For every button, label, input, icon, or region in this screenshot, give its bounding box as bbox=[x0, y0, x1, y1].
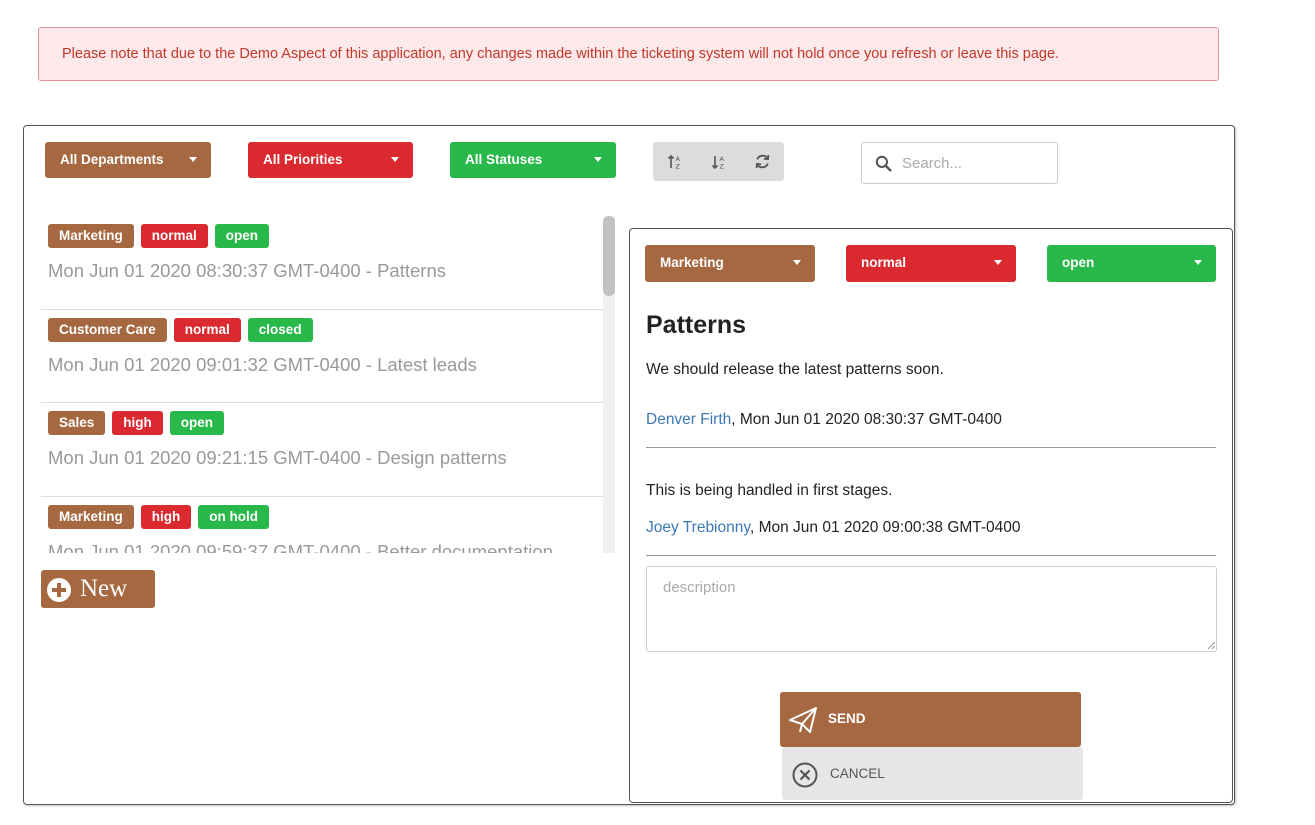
new-ticket-label: New bbox=[80, 575, 128, 602]
department-badge: Sales bbox=[48, 411, 106, 435]
author-link[interactable]: Denver Firth bbox=[646, 411, 731, 428]
send-button[interactable]: SEND bbox=[780, 692, 1081, 747]
chevron-down-icon bbox=[793, 260, 801, 265]
ticket-summary: Mon Jun 01 2020 09:01:32 GMT-0400 - Late… bbox=[48, 353, 477, 375]
svg-text:Z: Z bbox=[675, 162, 680, 170]
demo-notice-text: Please note that due to the Demo Aspect … bbox=[62, 46, 1060, 62]
comment-meta: Joey Trebionny, Mon Jun 01 2020 09:00:38… bbox=[646, 519, 1021, 537]
ticket-list-scrollbar[interactable] bbox=[603, 216, 615, 553]
divider bbox=[646, 555, 1216, 556]
demo-notice-banner: Please note that due to the Demo Aspect … bbox=[38, 27, 1219, 81]
detail-priority-label: normal bbox=[861, 255, 907, 270]
chevron-down-icon bbox=[189, 157, 197, 162]
status-badge: on hold bbox=[198, 504, 269, 529]
priority-badge: high bbox=[140, 504, 192, 529]
author-link[interactable]: Joey Trebionny bbox=[646, 519, 750, 536]
department-badge: Customer Care bbox=[48, 317, 167, 342]
plus-circle-icon bbox=[47, 578, 71, 602]
priority-filter-label: All Priorities bbox=[263, 152, 343, 167]
svg-text:Z: Z bbox=[719, 162, 724, 170]
sort-descending-button[interactable]: A Z bbox=[697, 142, 741, 181]
detail-status-dropdown[interactable]: open bbox=[1047, 245, 1216, 282]
detail-department-label: Marketing bbox=[660, 255, 724, 270]
detail-department-dropdown[interactable]: Marketing bbox=[645, 245, 815, 282]
close-circle-icon bbox=[792, 762, 818, 788]
ticket-meta: Denver Firth, Mon Jun 01 2020 08:30:37 G… bbox=[646, 411, 1002, 429]
cancel-button[interactable]: CANCEL bbox=[782, 747, 1083, 800]
detail-status-label: open bbox=[1062, 255, 1095, 270]
search-input[interactable] bbox=[902, 151, 1047, 175]
status-badge: closed bbox=[247, 317, 313, 342]
detail-priority-dropdown[interactable]: normal bbox=[846, 245, 1016, 282]
status-filter-dropdown[interactable]: All Statuses bbox=[450, 142, 616, 178]
ticket-tags: Sales high open bbox=[48, 411, 225, 435]
sort-ascending-icon: A Z bbox=[667, 154, 680, 170]
priority-filter-dropdown[interactable]: All Priorities bbox=[248, 142, 413, 178]
department-filter-label: All Departments bbox=[60, 152, 164, 167]
ticketing-panel: All Departments All Priorities All Statu… bbox=[23, 125, 1235, 805]
ticket-tags: Marketing normal open bbox=[48, 224, 270, 248]
department-badge: Marketing bbox=[48, 504, 134, 529]
comment-text: This is being handled in first stages. bbox=[646, 482, 893, 499]
ticket-timestamp: , Mon Jun 01 2020 08:30:37 GMT-0400 bbox=[731, 411, 1002, 428]
chevron-down-icon bbox=[1194, 260, 1202, 265]
ticket-tags: Marketing high on hold bbox=[48, 504, 269, 529]
ticket-list: Marketing normal open Mon Jun 01 2020 08… bbox=[41, 216, 611, 553]
ticket-title: Patterns bbox=[646, 311, 747, 339]
divider bbox=[646, 447, 1216, 448]
priority-badge: normal bbox=[173, 317, 241, 342]
ticket-detail-panel: Marketing normal open Patterns We should… bbox=[629, 228, 1233, 803]
resize-grip-icon[interactable] bbox=[1206, 640, 1216, 650]
chevron-down-icon bbox=[994, 260, 1002, 265]
chevron-down-icon bbox=[594, 157, 602, 162]
new-ticket-button[interactable]: New bbox=[41, 570, 155, 608]
refresh-button[interactable] bbox=[740, 142, 784, 181]
send-label: SEND bbox=[828, 711, 866, 726]
ticket-list-item[interactable]: Sales high open Mon Jun 01 2020 09:21:15… bbox=[41, 403, 611, 497]
priority-badge: normal bbox=[140, 224, 208, 248]
ticket-list-item[interactable]: Marketing normal open Mon Jun 01 2020 08… bbox=[41, 216, 611, 310]
ticket-list-item[interactable]: Marketing high on hold Mon Jun 01 2020 0… bbox=[41, 497, 611, 554]
sort-descending-icon: A Z bbox=[711, 155, 724, 170]
search-box bbox=[861, 142, 1058, 184]
cancel-label: CANCEL bbox=[830, 766, 885, 781]
search-icon bbox=[875, 155, 892, 172]
paper-plane-icon bbox=[789, 707, 817, 733]
status-badge: open bbox=[169, 411, 225, 435]
ticket-tags: Customer Care normal closed bbox=[48, 317, 313, 342]
refresh-icon bbox=[755, 154, 769, 169]
sort-button-group: A Z A Z bbox=[653, 142, 784, 181]
priority-badge: high bbox=[112, 411, 163, 435]
scrollbar-thumb[interactable] bbox=[603, 216, 615, 296]
status-badge: open bbox=[214, 224, 270, 248]
status-filter-label: All Statuses bbox=[465, 152, 543, 167]
department-filter-dropdown[interactable]: All Departments bbox=[45, 142, 211, 178]
ticket-summary: Mon Jun 01 2020 09:59:37 GMT-0400 - Bett… bbox=[48, 540, 553, 554]
ticket-summary: Mon Jun 01 2020 09:21:15 GMT-0400 - Desi… bbox=[48, 447, 507, 468]
sort-ascending-button[interactable]: A Z bbox=[653, 142, 697, 181]
comment-timestamp: , Mon Jun 01 2020 09:00:38 GMT-0400 bbox=[749, 519, 1021, 536]
ticket-summary: Mon Jun 01 2020 08:30:37 GMT-0400 - Patt… bbox=[48, 260, 446, 281]
ticket-body: We should release the latest patterns so… bbox=[646, 361, 944, 378]
description-textarea[interactable] bbox=[646, 566, 1217, 652]
ticket-list-item[interactable]: Customer Care normal closed Mon Jun 01 2… bbox=[41, 310, 611, 403]
department-badge: Marketing bbox=[48, 224, 134, 248]
chevron-down-icon bbox=[391, 157, 399, 162]
